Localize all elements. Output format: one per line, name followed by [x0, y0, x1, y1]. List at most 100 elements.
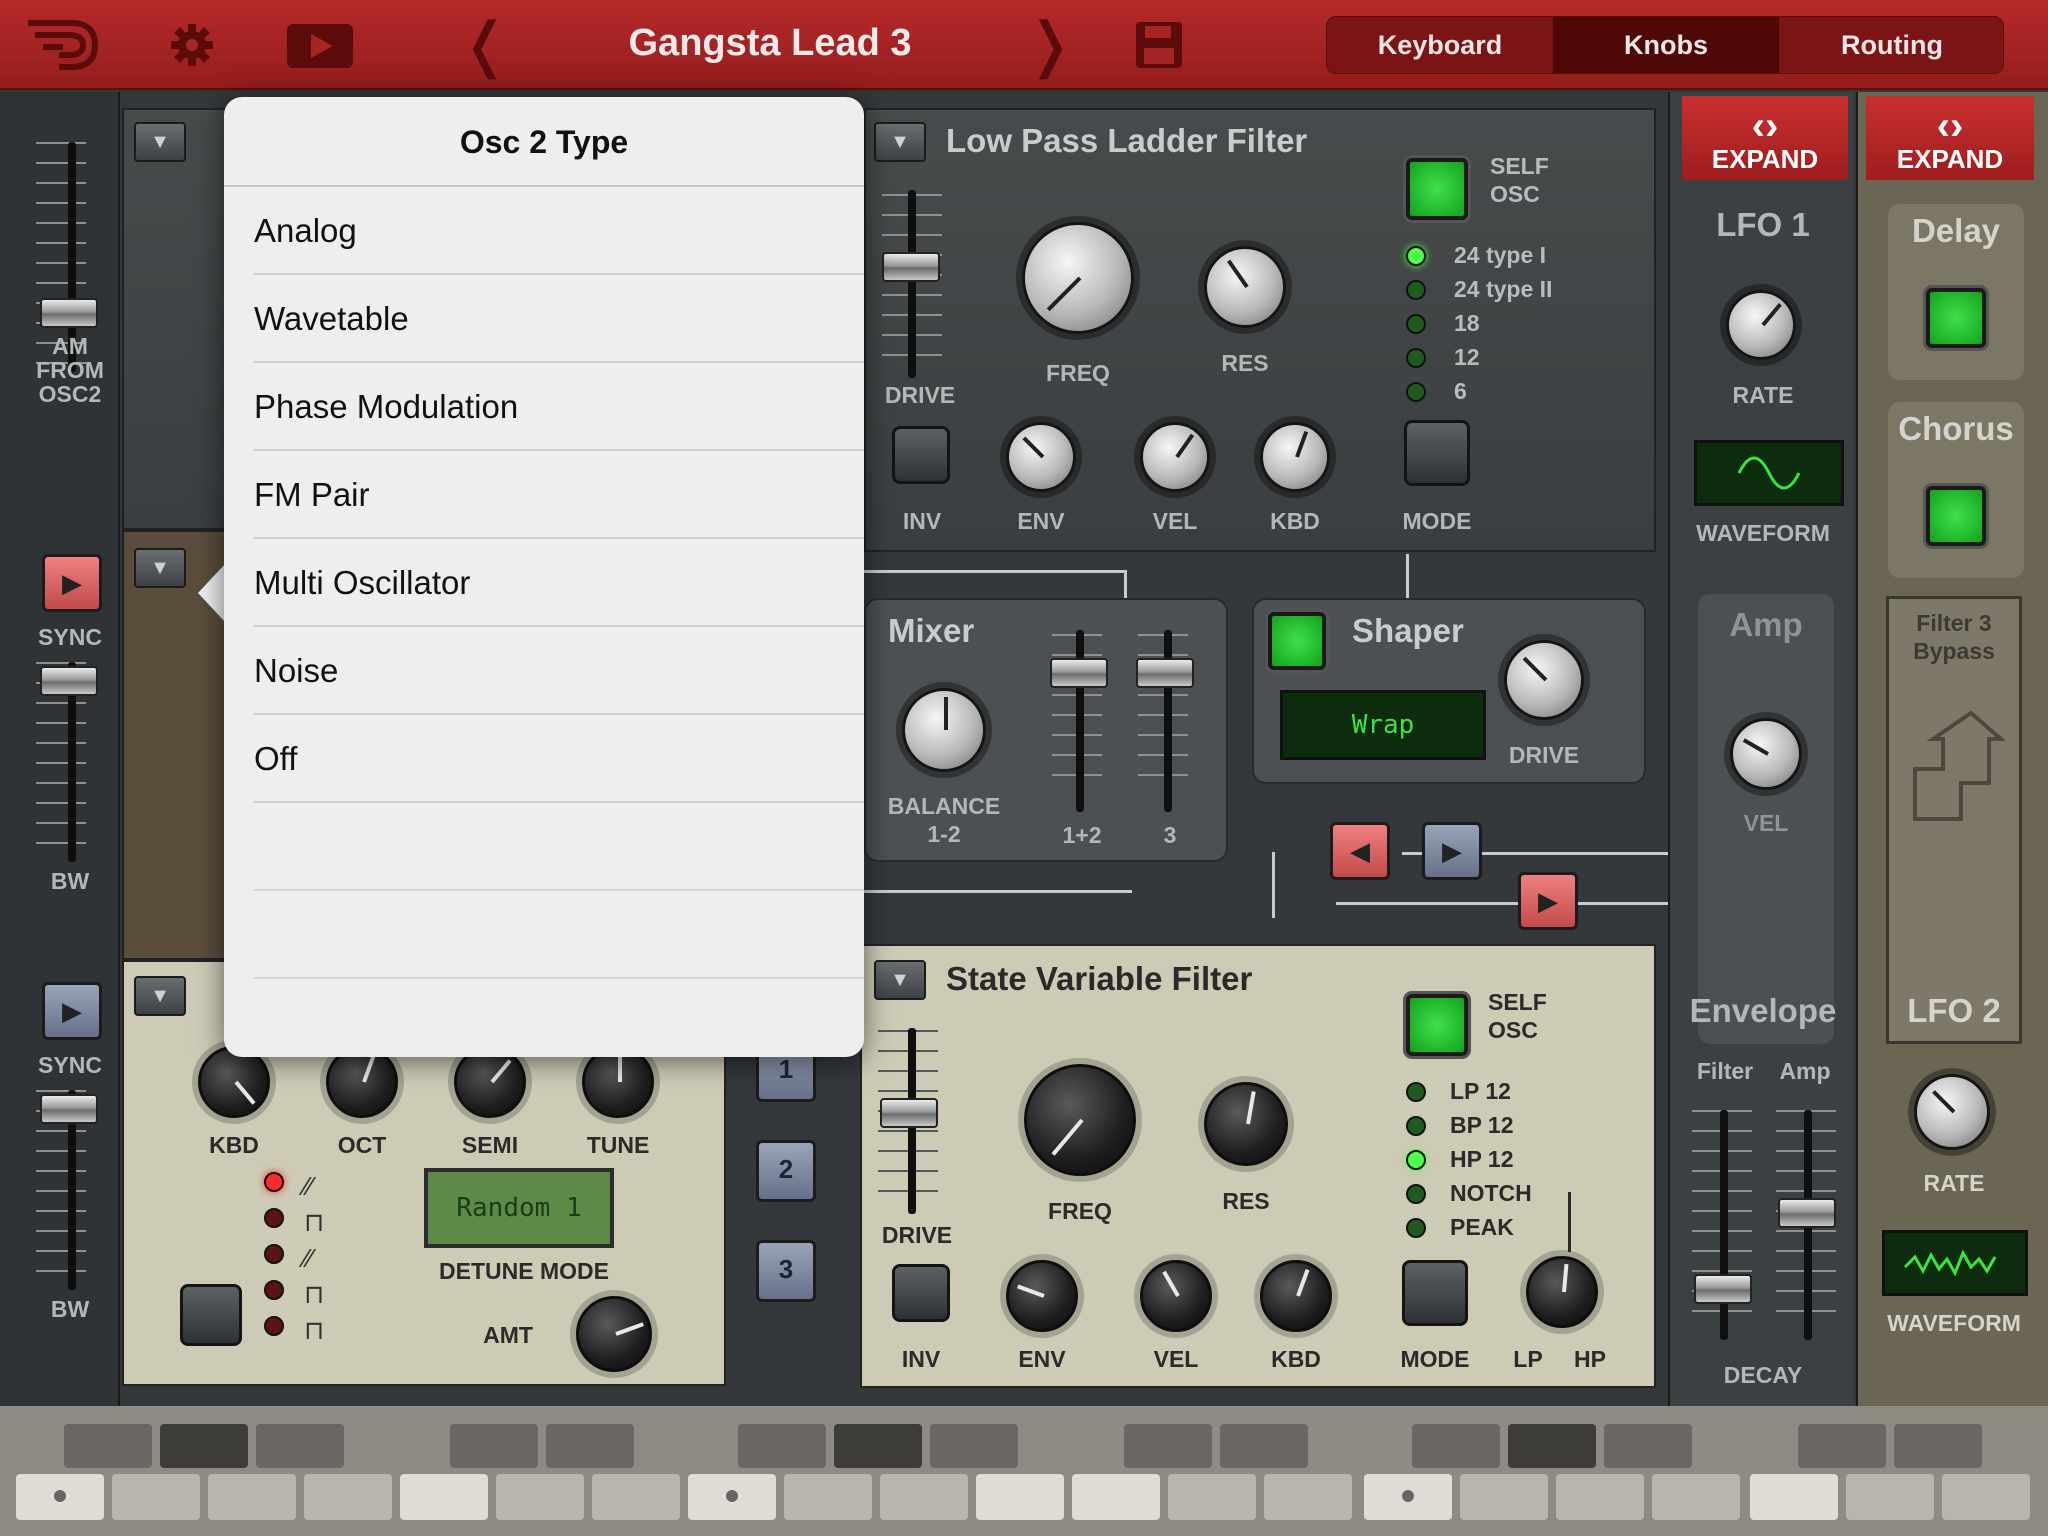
logo-icon[interactable] — [18, 0, 108, 90]
lfo1-rate-knob[interactable] — [1726, 290, 1796, 360]
lp-mode-button[interactable] — [1404, 420, 1470, 486]
black-key[interactable] — [160, 1424, 248, 1468]
sv-type-led-4[interactable] — [1406, 1184, 1426, 1204]
black-key[interactable] — [64, 1424, 152, 1468]
white-key[interactable] — [688, 1474, 776, 1520]
black-key[interactable] — [738, 1424, 826, 1468]
bw2-slider-handle[interactable] — [40, 1094, 98, 1124]
sv-type-led-5[interactable] — [1406, 1218, 1426, 1238]
amt-knob[interactable] — [576, 1296, 652, 1372]
route-amp-button[interactable]: ▶ — [1518, 872, 1578, 930]
osc3-wave-button[interactable] — [180, 1284, 242, 1346]
white-key[interactable] — [1750, 1474, 1838, 1520]
black-key[interactable] — [1412, 1424, 1500, 1468]
fx-expand-button[interactable]: ‹› EXPAND — [1866, 96, 2034, 180]
sv-kbd-knob[interactable] — [1260, 1260, 1332, 1332]
white-key[interactable] — [592, 1474, 680, 1520]
lp-type-led-3[interactable] — [1406, 314, 1426, 334]
lp-type-label-2[interactable]: 24 type II — [1454, 276, 1552, 303]
sv-inv-button[interactable] — [892, 1264, 950, 1322]
lp-type-label-1[interactable]: 24 type I — [1454, 242, 1546, 269]
lp-freq-knob[interactable] — [1022, 222, 1134, 334]
lp-type-led-2[interactable] — [1406, 280, 1426, 300]
white-key[interactable] — [304, 1474, 392, 1520]
sv-env-knob[interactable] — [1006, 1260, 1078, 1332]
white-key[interactable] — [880, 1474, 968, 1520]
osc1-type-dropdown[interactable]: ▼ — [134, 122, 186, 162]
white-key[interactable] — [1264, 1474, 1352, 1520]
shaper-type-display[interactable]: Wrap — [1280, 690, 1486, 760]
sv-type-led-2[interactable] — [1406, 1116, 1426, 1136]
lp-type-led-4[interactable] — [1406, 348, 1426, 368]
black-key[interactable] — [1604, 1424, 1692, 1468]
lp-type-led-5[interactable] — [1406, 382, 1426, 402]
lp-type-led-1[interactable] — [1406, 246, 1426, 266]
sv-type-label-5[interactable]: PEAK — [1450, 1214, 1514, 1241]
white-key[interactable] — [208, 1474, 296, 1520]
osc3-type-dropdown[interactable]: ▼ — [134, 976, 186, 1016]
bw1-slider-handle[interactable] — [40, 666, 98, 696]
osc-type-multi-oscillator[interactable]: Multi Oscillator — [254, 539, 864, 627]
tab-routing[interactable]: Routing — [1779, 17, 2003, 73]
sv-type-label-1[interactable]: LP 12 — [1450, 1078, 1511, 1105]
lfo2-rate-knob[interactable] — [1914, 1074, 1990, 1150]
lfo2-waveform-display[interactable] — [1882, 1230, 2028, 1296]
white-key[interactable] — [1846, 1474, 1934, 1520]
route-left-button[interactable]: ◀ — [1330, 822, 1390, 880]
amp-vel-knob[interactable] — [1730, 718, 1802, 790]
chevron-right-icon[interactable]: ❭ — [1020, 0, 1080, 90]
lfo1-expand-button[interactable]: ‹› EXPAND — [1682, 96, 1848, 180]
black-key[interactable] — [834, 1424, 922, 1468]
sv-res-knob[interactable] — [1204, 1082, 1288, 1166]
sv-filter-type-dropdown[interactable]: ▼ — [874, 960, 926, 1000]
black-key[interactable] — [1798, 1424, 1886, 1468]
lp-vel-knob[interactable] — [1140, 422, 1210, 492]
white-key[interactable] — [1460, 1474, 1548, 1520]
filter3-bypass-button[interactable]: Filter 3 Bypass — [1886, 596, 2022, 1044]
lp-filter-type-dropdown[interactable]: ▼ — [874, 122, 926, 162]
sv-mode-button[interactable] — [1402, 1260, 1468, 1326]
detune-mode-display[interactable]: Random 1 — [424, 1168, 614, 1248]
mixer-12-slider-handle[interactable] — [1050, 658, 1108, 688]
lp-inv-button[interactable] — [892, 426, 950, 484]
sv-lphp-knob[interactable] — [1526, 1256, 1598, 1328]
lp-res-knob[interactable] — [1204, 246, 1286, 328]
mixer-3-slider-handle[interactable] — [1136, 658, 1194, 688]
osc-type-noise[interactable]: Noise — [254, 627, 864, 715]
envelope-filter-decay-slider[interactable] — [1694, 1274, 1752, 1304]
osc-type-analog[interactable]: Analog — [254, 187, 864, 275]
osc-route-3-button[interactable]: 3 — [756, 1240, 816, 1302]
envelope-amp-decay-slider[interactable] — [1778, 1198, 1836, 1228]
white-key[interactable] — [16, 1474, 104, 1520]
lfo1-waveform-display[interactable] — [1694, 440, 1844, 506]
sv-type-label-2[interactable]: BP 12 — [1450, 1112, 1514, 1139]
shaper-enable-button[interactable] — [1268, 612, 1326, 670]
osc-type-phase-modulation[interactable]: Phase Modulation — [254, 363, 864, 451]
osc-route-2-button[interactable]: 2 — [756, 1140, 816, 1202]
play-video-icon[interactable] — [287, 24, 353, 68]
chorus-enable-button[interactable] — [1926, 486, 1986, 546]
save-icon[interactable] — [1136, 22, 1182, 68]
black-key[interactable] — [450, 1424, 538, 1468]
black-key[interactable] — [930, 1424, 1018, 1468]
white-key[interactable] — [1556, 1474, 1644, 1520]
white-key[interactable] — [1942, 1474, 2030, 1520]
sv-drive-slider-handle[interactable] — [880, 1098, 938, 1128]
tab-knobs[interactable]: Knobs — [1553, 17, 1779, 73]
tab-keyboard[interactable]: Keyboard — [1327, 17, 1553, 73]
sync1-button[interactable]: ▶ — [42, 554, 102, 612]
mixer-balance-knob[interactable] — [902, 688, 986, 772]
black-key[interactable] — [1508, 1424, 1596, 1468]
white-key[interactable] — [976, 1474, 1064, 1520]
black-key[interactable] — [1220, 1424, 1308, 1468]
lp-drive-slider-handle[interactable] — [882, 252, 940, 282]
white-key[interactable] — [400, 1474, 488, 1520]
white-key[interactable] — [112, 1474, 200, 1520]
sv-type-label-3[interactable]: HP 12 — [1450, 1146, 1514, 1173]
black-key[interactable] — [1894, 1424, 1982, 1468]
lp-type-label-3[interactable]: 18 — [1454, 310, 1480, 337]
black-key[interactable] — [256, 1424, 344, 1468]
shaper-drive-knob[interactable] — [1504, 640, 1584, 720]
white-key[interactable] — [1168, 1474, 1256, 1520]
lp-env-knob[interactable] — [1006, 422, 1076, 492]
